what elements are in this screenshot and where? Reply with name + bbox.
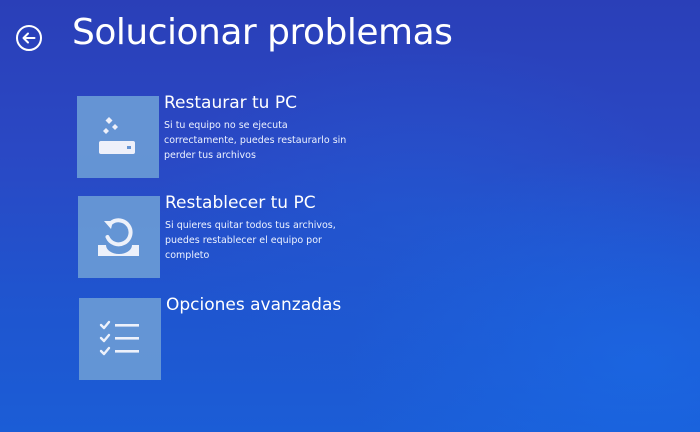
option-tile	[78, 196, 160, 278]
checklist-icon	[99, 320, 139, 356]
option-title: Restaurar tu PC	[164, 93, 297, 113]
option-tile	[77, 96, 159, 178]
options-list: Restaurar tu PC Si tu equipo no se ejecu…	[0, 0, 700, 432]
option-title: Opciones avanzadas	[166, 295, 342, 315]
option-description: Si tu equipo no se ejecuta correctamente…	[164, 120, 347, 161]
option-title: Restablecer tu PC	[165, 193, 316, 213]
restore-pc-icon	[99, 117, 135, 154]
option-description: Si quieres quitar todos tus archivos, pu…	[165, 220, 336, 261]
troubleshoot-screen: Solucionar problemas Restaurar tu PC Si …	[0, 0, 700, 432]
reset-pc-icon	[98, 218, 139, 256]
option-tile	[79, 298, 161, 380]
